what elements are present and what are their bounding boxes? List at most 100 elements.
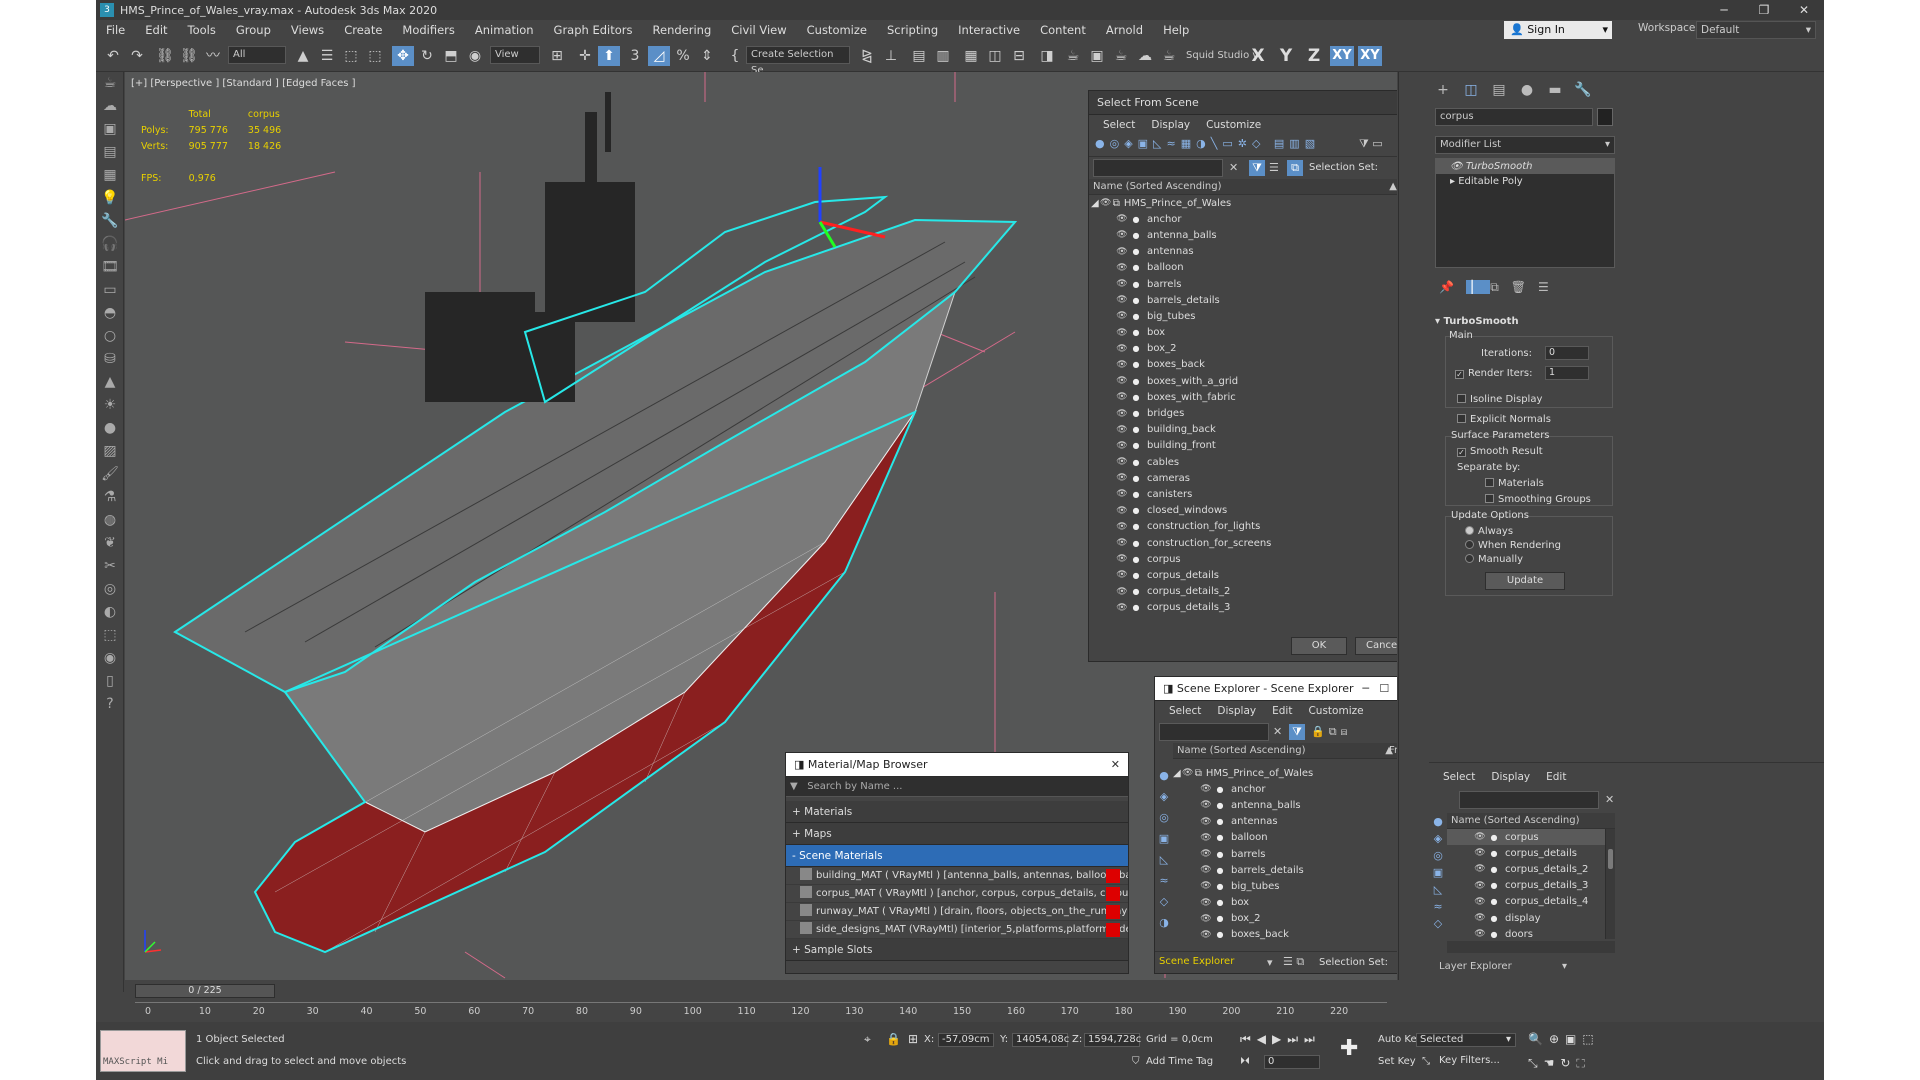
list-item[interactable]: 👁 ● building_back <box>1089 422 1397 438</box>
stack-tools[interactable]: 📌 ⎮ ⧉🗑☰ <box>1439 280 1561 295</box>
angle-snap-icon[interactable]: ◿ <box>648 46 670 66</box>
grid-icon[interactable]: ▦ <box>96 164 124 187</box>
select-object-icon[interactable]: ▲ <box>292 46 314 66</box>
align-icon[interactable]: ⊥ <box>880 46 902 66</box>
eye-icon[interactable]: 👁 <box>1473 864 1487 874</box>
lock-icon[interactable]: 🔒 <box>886 1032 901 1046</box>
menu-select[interactable]: Select <box>1095 119 1143 131</box>
list-item[interactable]: 👁 ● corpus_details_2 <box>1447 861 1615 877</box>
motion-tab-icon[interactable]: ● <box>1513 80 1541 100</box>
film-icon[interactable]: 🎞 <box>96 256 124 279</box>
snap-toggle-icon[interactable]: 3 <box>624 46 646 66</box>
list-item[interactable]: 👁 ● antennas <box>1089 244 1397 260</box>
menu-edit[interactable]: Edit <box>1538 771 1574 783</box>
eye-icon[interactable]: 👁 <box>1115 295 1129 305</box>
wrench-icon[interactable]: 🔧 <box>96 210 124 233</box>
eye-icon[interactable]: 👁 <box>1115 425 1129 435</box>
collapse-icon[interactable]: ▾ <box>1435 316 1444 327</box>
create-tab-icon[interactable]: + <box>1429 80 1457 100</box>
page-icon[interactable]: ▯ <box>96 670 124 693</box>
list-item[interactable]: 👁 ● anchor <box>1089 211 1397 227</box>
configure-sets-icon[interactable]: ☰ <box>1538 280 1561 294</box>
scene-material-item[interactable]: building_MAT ( VRayMtl ) [antenna_balls,… <box>786 867 1128 885</box>
x-coordinate-field[interactable]: -57,09cm <box>938 1033 994 1047</box>
eye-icon[interactable]: 👁 <box>1115 522 1129 532</box>
menu-item-tools[interactable]: Tools <box>178 23 226 37</box>
list-item[interactable]: 👁 ● corpus_details_2 <box>1089 584 1397 600</box>
rotate-icon[interactable]: ↻ <box>416 46 438 66</box>
when-rendering-radio[interactable] <box>1465 540 1474 549</box>
percent-snap-icon[interactable]: % <box>672 46 694 66</box>
headphones-icon[interactable]: 🎧 <box>96 233 124 256</box>
eye-icon[interactable]: 👁 <box>1115 311 1129 321</box>
place-icon[interactable]: ◉ <box>464 46 486 66</box>
sheet-icon[interactable]: ▤ <box>96 141 124 164</box>
scene-material-item[interactable]: corpus_MAT ( VRayMtl ) [anchor, corpus, … <box>786 885 1128 903</box>
eye-icon[interactable]: 👁 <box>1473 897 1487 907</box>
eye-icon[interactable]: 👁 <box>1199 865 1213 875</box>
list-item[interactable]: 👁 ● antenna_balls <box>1089 227 1397 243</box>
viewport-label[interactable]: [+] [Perspective ] [Standard ] [Edged Fa… <box>131 78 356 89</box>
time-slider[interactable]: 0 / 225 <box>135 984 275 998</box>
axis-y-button[interactable]: Y <box>1274 46 1298 66</box>
list-item[interactable]: ◢ 👁 ⧉ HMS_Prince_of_Wales <box>1173 765 1397 781</box>
named-selection-dropdown[interactable]: Create Selection Se <box>746 46 850 76</box>
eye-icon[interactable]: 👁 <box>1099 198 1113 208</box>
explorer-side-icons[interactable]: ● ◈ ◎ ▣ ◺ ≈ ◇ ◑ <box>1155 765 1173 955</box>
list-item[interactable]: 👁 ● box_2 <box>1089 341 1397 357</box>
menu-select[interactable]: Select <box>1161 705 1209 717</box>
eye-icon[interactable]: 👁 <box>1115 570 1129 580</box>
basket-icon[interactable]: ⛁ <box>96 348 124 371</box>
eye-icon[interactable]: 👁 <box>1473 913 1487 923</box>
search-input[interactable]: ▼ Search by Name ... <box>786 777 1128 797</box>
mirror-icon[interactable]: ⧎ <box>856 46 878 66</box>
tag-icon[interactable]: ⛉ <box>1132 1056 1140 1067</box>
find-field[interactable] <box>1159 723 1269 741</box>
edit-named-sets-icon[interactable]: { <box>724 46 746 66</box>
list-item[interactable]: ◢ 👁 ⧉ HMS_Prince_of_Wales <box>1089 195 1397 211</box>
eye-icon[interactable]: 👁 <box>1115 376 1129 386</box>
list-item[interactable]: 👁 ● balloon <box>1089 260 1397 276</box>
spinner-snap-icon[interactable]: ⇕ <box>696 46 718 66</box>
menu-item-graph-editors[interactable]: Graph Editors <box>544 23 643 37</box>
pin-stack-icon[interactable]: 📌 <box>1439 280 1466 294</box>
axis-xy-cycle-button[interactable]: XY <box>1358 46 1382 66</box>
iterations-spinner[interactable]: 0 <box>1545 346 1589 360</box>
dome-icon[interactable]: ◓ <box>96 302 124 325</box>
explorer-dropdown[interactable]: Scene Explorer <box>1159 956 1234 967</box>
eye-icon[interactable]: 👁 <box>1115 214 1129 224</box>
flask-icon[interactable]: ⚗ <box>96 486 124 509</box>
h-scrollbar[interactable] <box>1447 941 1615 953</box>
list-item[interactable]: 👁 ● box <box>1173 895 1397 911</box>
scene-material-item[interactable]: runway_MAT ( VRayMtl ) [drain, floors, o… <box>786 903 1128 921</box>
menu-customize[interactable]: Customize <box>1300 705 1371 717</box>
filter-active-icon[interactable]: ⧩ <box>1249 160 1265 176</box>
absolute-mode-icon[interactable]: ⊞ <box>908 1032 918 1046</box>
list-item[interactable]: 👁 ● corpus_details_3 <box>1447 878 1615 894</box>
expand-icon[interactable]: ▸ <box>1450 176 1458 187</box>
find-field[interactable] <box>1459 791 1599 809</box>
modifier-list-dropdown[interactable]: Modifier List ▾ <box>1435 136 1615 154</box>
eye-icon[interactable]: 👁 <box>1115 506 1129 516</box>
bind-space-warp-icon[interactable]: 〰 <box>202 46 224 66</box>
filter-icons[interactable]: ●◎◈▣◺≈▦◑╲▭✲◇ ▤▥▧ <box>1095 137 1320 150</box>
layers-icon[interactable]: ☰ <box>1269 161 1279 174</box>
rendered-frame-icon[interactable]: ▣ <box>1086 46 1108 66</box>
scene-materials-section[interactable]: - Scene Materials <box>786 845 1128 867</box>
list-item[interactable]: 👁 ● big_tubes <box>1173 878 1397 894</box>
eye-icon[interactable]: 👁 <box>1199 849 1213 859</box>
eye-icon[interactable]: 👁 <box>1115 457 1129 467</box>
eye-icon[interactable]: 👁 <box>1199 930 1213 940</box>
menu-display[interactable]: Display <box>1143 119 1198 131</box>
pivot-center-icon[interactable]: ⊞ <box>546 46 568 66</box>
ok-button[interactable]: OK <box>1291 637 1347 655</box>
object-color-swatch[interactable] <box>1597 108 1613 126</box>
menu-item-help[interactable]: Help <box>1153 23 1199 37</box>
eye-icon[interactable]: 👁 <box>1115 263 1129 273</box>
list-item[interactable]: 👁 ● corpus_details_4 <box>1447 894 1615 910</box>
layer-side-icons[interactable]: ● ◈ ◎ ▣ ◺ ≈ ◇ <box>1429 813 1447 953</box>
display-tab-icon[interactable]: ▬ <box>1541 80 1569 100</box>
list-item[interactable]: 👁 ● cables <box>1089 454 1397 470</box>
axis-z-button[interactable]: Z <box>1302 46 1326 66</box>
cone-icon[interactable]: ▲ <box>96 371 124 394</box>
